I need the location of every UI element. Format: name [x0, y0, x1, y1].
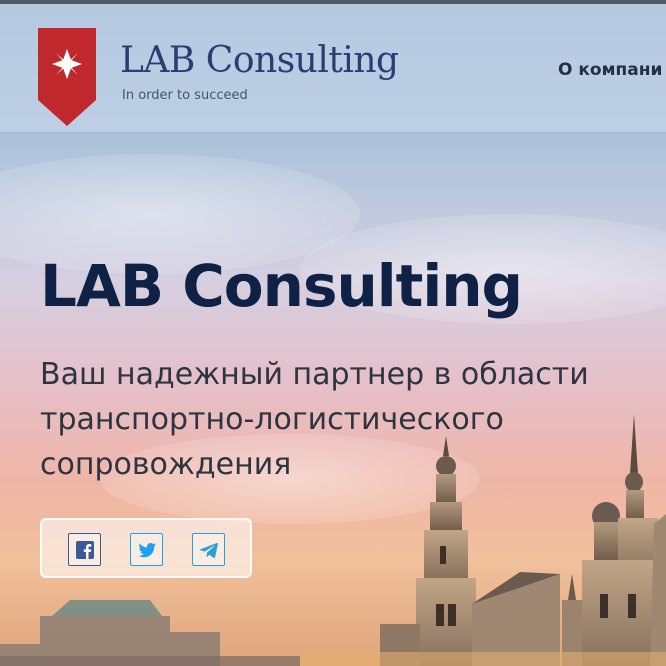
- hero-subtitle: Ваш надежный партнер в области транспорт…: [40, 357, 589, 482]
- facebook-share-button[interactable]: [68, 533, 101, 566]
- logo-wordmark[interactable]: LAB Consulting: [120, 40, 399, 81]
- logo-cross-flag-icon[interactable]: [38, 28, 96, 126]
- telegram-icon: [199, 542, 218, 558]
- twitter-share-button[interactable]: [130, 533, 163, 566]
- facebook-icon: [75, 540, 94, 559]
- social-share-panel: [40, 518, 252, 578]
- nav-item-about[interactable]: О компани: [558, 60, 662, 80]
- site-header: LAB Consulting In order to succeed О ком…: [0, 4, 666, 133]
- twitter-icon: [138, 542, 156, 557]
- logo-tagline: In order to succeed: [122, 88, 248, 103]
- hero-title: LAB Consulting: [40, 252, 523, 320]
- telegram-share-button[interactable]: [192, 533, 225, 566]
